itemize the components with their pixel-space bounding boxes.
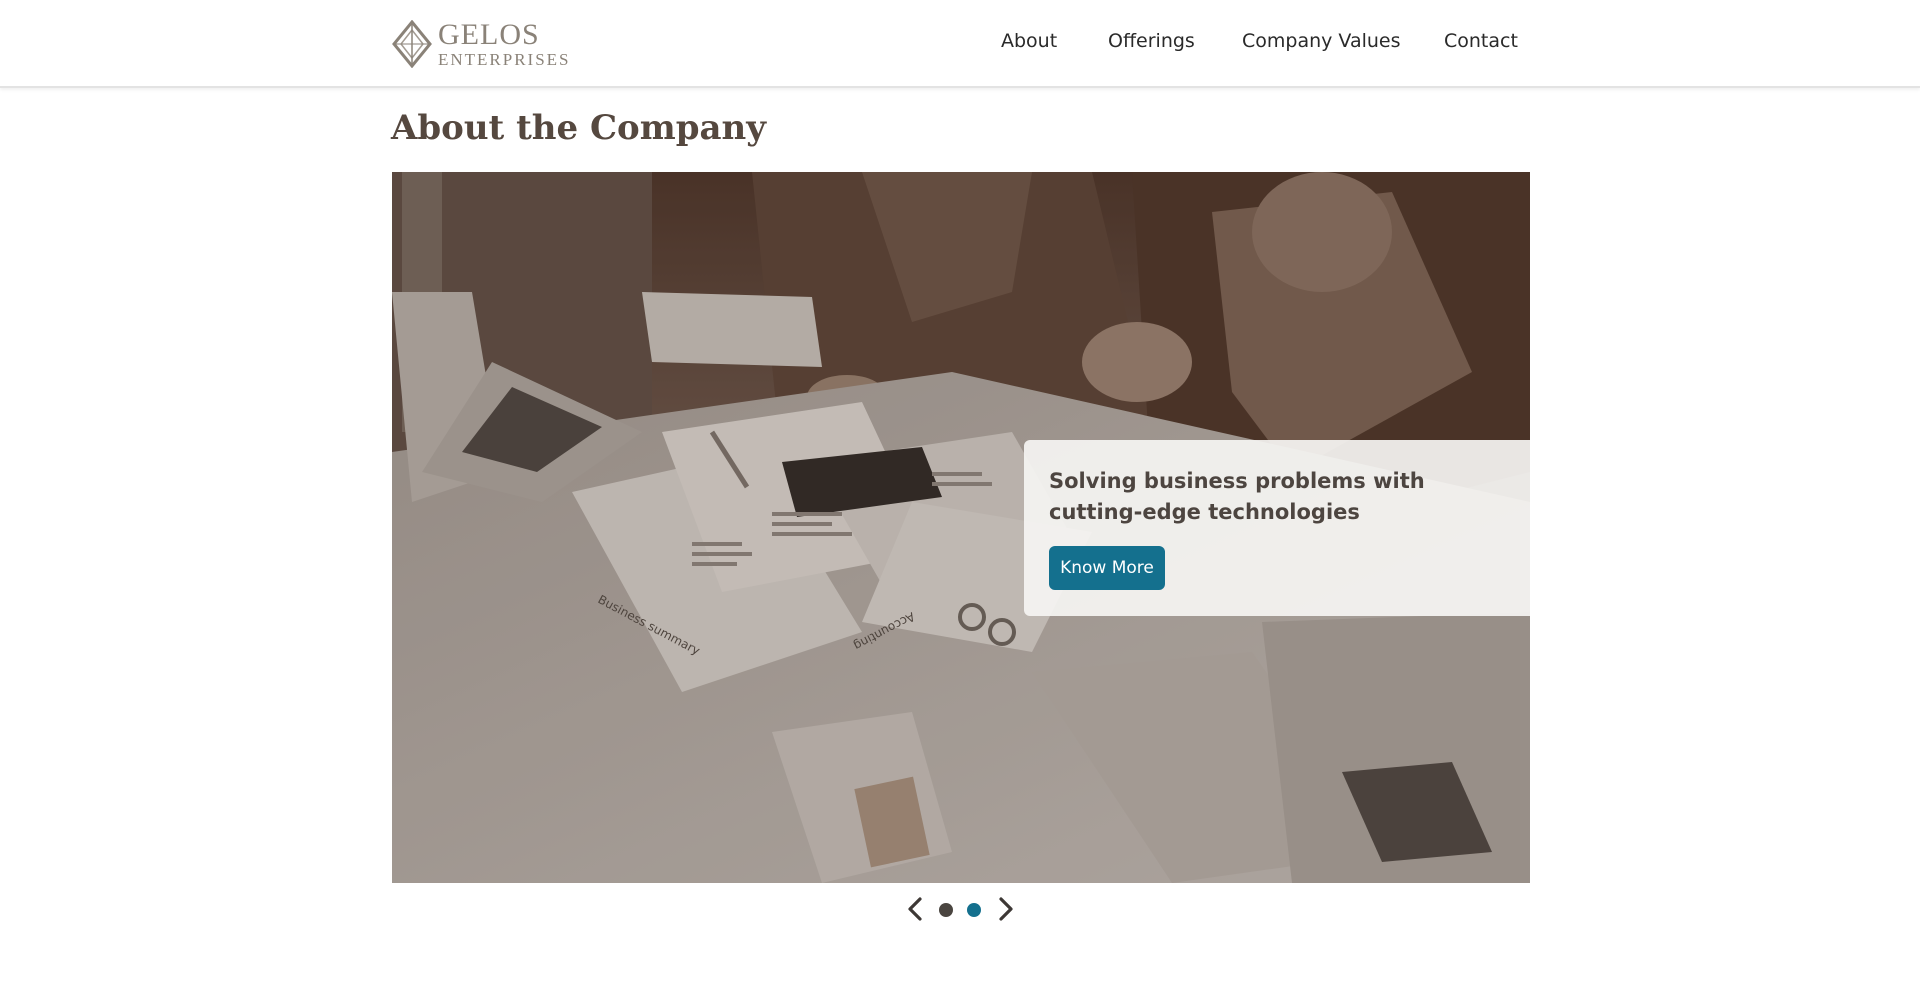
carousel-prev-button[interactable] [903, 895, 927, 923]
nav-link-about[interactable]: About [1001, 30, 1057, 52]
chevron-right-icon [999, 897, 1013, 921]
carousel-dot-1[interactable] [939, 903, 953, 917]
hero-carousel-slide: Business summary Accounting Solving busi… [392, 172, 1530, 883]
hero-caption-box: Solving business problems with cutting-e… [1024, 440, 1530, 616]
hero-caption: Solving business problems with cutting-e… [1049, 469, 1425, 524]
carousel-dot-2-active[interactable] [967, 903, 981, 917]
nav-link-contact[interactable]: Contact [1444, 30, 1518, 52]
carousel-next-button[interactable] [994, 895, 1018, 923]
know-more-button[interactable]: Know More [1049, 546, 1165, 590]
site-header: GELOS ENTERPRISES About Offerings Compan… [0, 0, 1920, 88]
chevron-left-icon [908, 897, 922, 921]
page-title: About the Company [391, 108, 766, 148]
main-nav: About Offerings Company Values Contact [0, 30, 1920, 66]
carousel-controls [0, 893, 1920, 927]
nav-link-offerings[interactable]: Offerings [1108, 30, 1195, 52]
nav-link-company-values[interactable]: Company Values [1242, 30, 1401, 52]
